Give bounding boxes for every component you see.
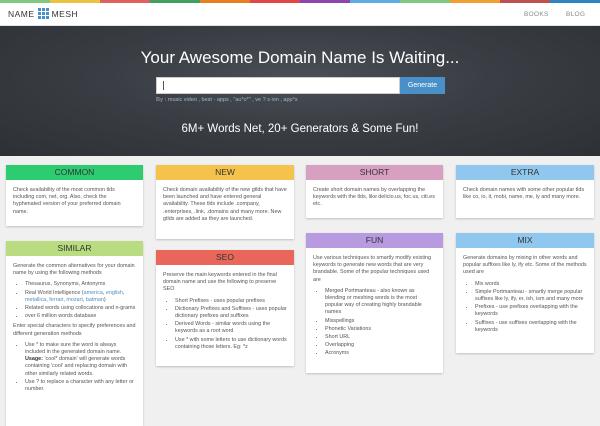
card-header: COMMON	[6, 165, 143, 180]
card-text: Generate domains by mixing in other word…	[456, 248, 594, 343]
top-navbar: NAME MESH BOOKS BLOG	[0, 3, 600, 26]
card-text: Check availability of the most common tl…	[13, 187, 121, 215]
card-fun[interactable]: FUN Use various techniques to smartly mo…	[306, 233, 443, 373]
list-item: Simple Portmanteau - smartly merge popul…	[475, 289, 587, 303]
card-text: Check domain names with some other popul…	[463, 187, 585, 201]
card-text: Use various techniques to smartly modify…	[306, 248, 443, 367]
card-mix[interactable]: MIX Generate domains by mixing in other …	[456, 233, 594, 353]
list-item: Thesaurus, Synonyms, Antonyms	[25, 281, 136, 288]
list-item: Misspellings	[325, 318, 436, 325]
card-header: NEW	[156, 165, 294, 180]
list-item: Merged Portmanteau - also known as blend…	[325, 288, 436, 317]
logo-text-right: MESH	[51, 8, 79, 19]
nav-books-link[interactable]: BOOKS	[524, 11, 549, 18]
grid-icon	[37, 8, 49, 19]
example-link[interactable]: batman	[86, 297, 104, 303]
list-item: Short Prefixes - uses popular prefixes	[175, 298, 287, 305]
nav-blog-link[interactable]: BLOG	[566, 11, 585, 18]
search-hint: By : music video , best - apps , "au*o*"…	[156, 97, 298, 103]
hero-tagline: 6M+ Words Net, 20+ Generators & Some Fun…	[181, 123, 419, 135]
hero-section: Your Awesome Domain Name Is Waiting... G…	[0, 26, 600, 156]
card-header: MIX	[456, 233, 594, 248]
text-caret	[163, 80, 164, 90]
card-text: Create short domain names by overlapping…	[313, 187, 435, 208]
example-link[interactable]: america	[84, 290, 103, 296]
list-item: Use ? to replace a character with any le…	[25, 379, 136, 393]
card-short[interactable]: SHORT Create short domain names by overl…	[306, 165, 443, 218]
card-text: Generate the common alternatives for you…	[6, 256, 143, 402]
list-item: Prefixes - use prefixes overlapping with…	[475, 304, 587, 318]
list-item: Acronyms	[325, 350, 436, 357]
list-item: Phonetic Variations	[325, 326, 436, 333]
card-header: FUN	[306, 233, 443, 248]
card-new[interactable]: NEW Check domain availability of the new…	[156, 165, 294, 239]
card-seo[interactable]: SEO Preserve the main keywords entered i…	[156, 250, 294, 366]
search-input[interactable]	[156, 77, 400, 94]
example-link[interactable]: metallica	[25, 297, 46, 303]
card-header: SIMILAR	[6, 241, 143, 256]
card-text: Check domain availability of the new gtl…	[163, 187, 287, 222]
list-item: Short URL	[325, 334, 436, 341]
logo[interactable]: NAME MESH	[8, 8, 78, 19]
generate-button[interactable]: Generate	[400, 77, 445, 94]
example-link[interactable]: english	[106, 290, 123, 296]
list-item: Derived Words - similar words using the …	[175, 321, 287, 335]
example-link[interactable]: mozart	[66, 297, 82, 303]
card-extra[interactable]: EXTRA Check domain names with some other…	[456, 165, 594, 218]
list-item: Overlapping	[325, 342, 436, 349]
list-item: Use * with some letters to use dictionar…	[175, 337, 287, 351]
card-header: EXTRA	[456, 165, 594, 180]
card-header: SEO	[156, 250, 294, 265]
list-item: over 6 million words database	[25, 313, 136, 320]
list-item: Dictionary Prefixes and Suffixes - uses …	[175, 306, 287, 320]
card-similar[interactable]: SIMILAR Generate the common alternatives…	[6, 241, 143, 426]
hint-examples: music video , best - apps , "au*o*" , ve…	[167, 97, 298, 103]
card-header: SHORT	[306, 165, 443, 180]
card-text: Preserve the main keywords entered in th…	[156, 265, 294, 360]
list-item: Related words using collocations and n-g…	[25, 305, 136, 312]
list-item: Mix words	[475, 281, 587, 288]
list-item: Use * to make sure the word is always in…	[25, 342, 136, 378]
list-item: Suffixes - use suffixes overlapping with…	[475, 320, 587, 334]
logo-text-left: NAME	[8, 8, 35, 19]
example-link[interactable]: ferrari	[49, 297, 63, 303]
card-common[interactable]: COMMON Check availability of the most co…	[6, 165, 143, 226]
list-item: Real World Intelligence (america, englis…	[25, 290, 136, 304]
hero-title: Your Awesome Domain Name Is Waiting...	[140, 48, 460, 67]
